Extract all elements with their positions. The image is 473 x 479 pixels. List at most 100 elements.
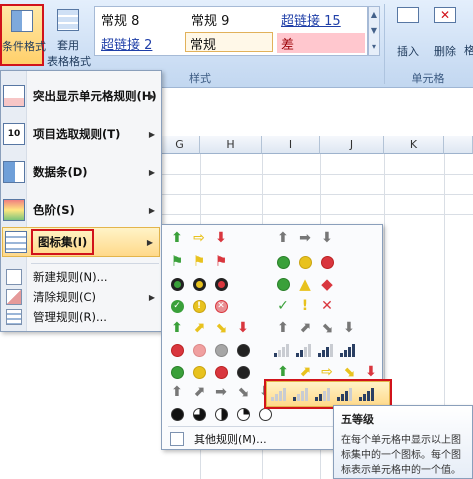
tooltip-title: 五等级 [341, 413, 374, 426]
icon-set-5-arrows-gray[interactable]: ⬆ ⬈ ➡ ⬊ ⬇ [168, 383, 274, 403]
flag-red-icon: ⚑ [214, 254, 228, 270]
icon-set-5-quarters[interactable] [168, 405, 274, 425]
arrow-right-gray-icon: ➡ [215, 384, 227, 400]
apply-table-label: 套用 [57, 39, 79, 52]
style-hyperlink-2[interactable]: 超链接 2 [97, 33, 183, 53]
conditional-format-button[interactable]: 条件格式 [0, 4, 46, 66]
insert-icon [397, 7, 419, 23]
icon-set-3-traffic-lights[interactable] [274, 253, 336, 273]
style-normal-9[interactable]: 常规 9 [187, 9, 273, 29]
icon-set-red-to-black[interactable] [168, 341, 252, 361]
icon-set-4-arrows-colored[interactable]: ⬆ ⬈ ⬊ ⬇ [168, 319, 252, 339]
icon-set-5-arrows-colored[interactable]: ⬆ ⬈ ⇨ ⬊ ⬇ [274, 363, 380, 383]
column-header-j[interactable]: J [320, 136, 384, 154]
divider [384, 4, 385, 84]
icon-set-4-arrows-gray[interactable]: ⬆ ⬈ ⬊ ⬇ [274, 319, 358, 339]
arrow-up-green-icon: ⬆ [171, 320, 183, 336]
circle-green-icon [168, 363, 186, 381]
submenu-arrow-icon: ▶ [146, 237, 153, 247]
style-bad[interactable]: 差 [277, 33, 365, 53]
arrow-down-gray-icon: ⬇ [321, 230, 333, 246]
submenu-arrow-icon: ▶ [148, 167, 155, 177]
icon-set-4-traffic-lights[interactable] [168, 363, 252, 383]
quarter-empty-icon [256, 405, 274, 423]
new-rule-icon [6, 269, 22, 285]
circle-black-icon [234, 363, 252, 381]
circle-gray-icon [212, 341, 230, 359]
submenu-arrow-icon: ▶ [148, 292, 155, 302]
circle-red-icon [168, 341, 186, 359]
scroll-up-icon[interactable]: ▲ [369, 7, 379, 23]
menu-item-label: 色阶(S) [33, 203, 75, 217]
table-icon [57, 9, 79, 31]
quarter-full-icon [168, 405, 186, 423]
circle-yellow-icon [190, 363, 208, 381]
cell-styles-gallery: 常规 8 常规 9 超链接 15 超链接 2 常规 差 [94, 6, 368, 56]
icon-set-3-arrows-gray[interactable]: ⬆ ➡ ⬇ [274, 229, 336, 249]
arrow-down-right-gray-icon: ⬊ [237, 384, 249, 400]
menu-item-color-scales[interactable]: 色阶(S) ▶ [1, 191, 161, 229]
menu-item-new-rule[interactable]: 新建规则(N)... [1, 267, 161, 287]
eraser-icon [6, 289, 22, 305]
x-circle-icon: ✕ [212, 297, 230, 315]
menu-item-top-bottom-rules[interactable]: 10 项目选取规则(T) ▶ [1, 115, 161, 153]
signal-bars-3-icon [318, 341, 336, 359]
quarter-half-icon [212, 405, 230, 423]
column-header-h[interactable]: H [200, 136, 262, 154]
other-rules-label: 其他规则(M)... [194, 433, 267, 446]
style-normal-8[interactable]: 常规 8 [97, 9, 183, 29]
menu-item-manage-rules[interactable]: 管理规则(R)... [1, 307, 161, 327]
arrow-up-gray-icon: ⬆ [277, 320, 289, 336]
icon-set-3-traffic-lights-rimmed[interactable] [168, 275, 230, 295]
style-normal[interactable]: 常规 [185, 32, 273, 53]
apply-table-label2: 表格格式 [47, 55, 91, 68]
icon-set-3-signs[interactable]: ▲ ◆ [274, 275, 336, 295]
icon-set-3-flags[interactable]: ⚑ ⚑ ⚑ [168, 253, 230, 273]
traffic-light-green-icon [168, 275, 186, 293]
circle-black-icon [234, 341, 252, 359]
delete-button[interactable]: ✕ 删除 [428, 4, 462, 64]
check-circle-icon: ✓ [168, 297, 186, 315]
exclamation-icon: ! [301, 298, 309, 314]
format-label[interactable]: 格 [464, 42, 473, 58]
arrow-up-right-yellow-icon: ⬈ [299, 364, 311, 380]
quarter-one-icon [234, 405, 252, 423]
more-icon[interactable]: ▾ [369, 39, 379, 55]
menu-separator [31, 263, 159, 264]
arrow-up-right-gray-icon: ⬈ [299, 320, 311, 336]
menu-item-highlight-rules[interactable]: 突出显示单元格规则(H) ▶ [1, 77, 161, 115]
icon-set-3-symbols-circled[interactable]: ✓ ! ✕ [168, 297, 230, 317]
styles-scroll[interactable]: ▲ ▼ ▾ [368, 6, 380, 56]
icon-set-3-arrows-colored[interactable]: ⬆ ⇨ ⬇ [168, 229, 230, 249]
apply-table-format-button[interactable]: 套用 表格格式 [46, 4, 91, 68]
icon-set-5-ratings[interactable] [264, 379, 392, 409]
circle-yellow-icon [296, 253, 314, 271]
flag-green-icon: ⚑ [170, 254, 184, 270]
insert-button[interactable]: 插入 [390, 4, 426, 64]
column-header-i[interactable]: I [262, 136, 320, 154]
icon-set-4-ratings[interactable] [274, 341, 358, 361]
menu-item-label: 管理规则(R)... [33, 310, 107, 324]
menu-item-data-bars[interactable]: 数据条(D) ▶ [1, 153, 161, 191]
scroll-down-icon[interactable]: ▼ [369, 23, 379, 39]
submenu-arrow-icon: ▶ [148, 129, 155, 139]
arrow-down-gray-icon: ⬇ [343, 320, 355, 336]
icon-set-3-symbols[interactable]: ✓ ! ✕ [274, 297, 336, 317]
column-header-k[interactable]: K [384, 136, 444, 154]
menu-item-clear-rules[interactable]: 清除规则(C) ▶ [1, 287, 161, 307]
diamond-red-icon: ◆ [321, 275, 333, 293]
grid-line [160, 194, 473, 195]
submenu-arrow-icon: ▶ [148, 91, 155, 101]
column-header-g[interactable]: G [160, 136, 200, 154]
arrow-right-yellow-icon: ⇨ [321, 364, 333, 380]
delete-icon: ✕ [434, 7, 456, 23]
conditional-format-label: 条件格式 [2, 40, 46, 53]
menu-item-icon-sets[interactable]: 图标集(I) ▶ [2, 227, 160, 257]
signal-bars-2-icon [296, 341, 314, 359]
arrow-up-right-gray-icon: ⬈ [193, 384, 205, 400]
x-icon: ✕ [321, 298, 333, 314]
style-hyperlink-15[interactable]: 超链接 15 [277, 9, 365, 29]
grid-line [160, 174, 473, 175]
menu-item-label: 项目选取规则(T) [33, 127, 121, 141]
column-header-l[interactable] [444, 136, 473, 154]
